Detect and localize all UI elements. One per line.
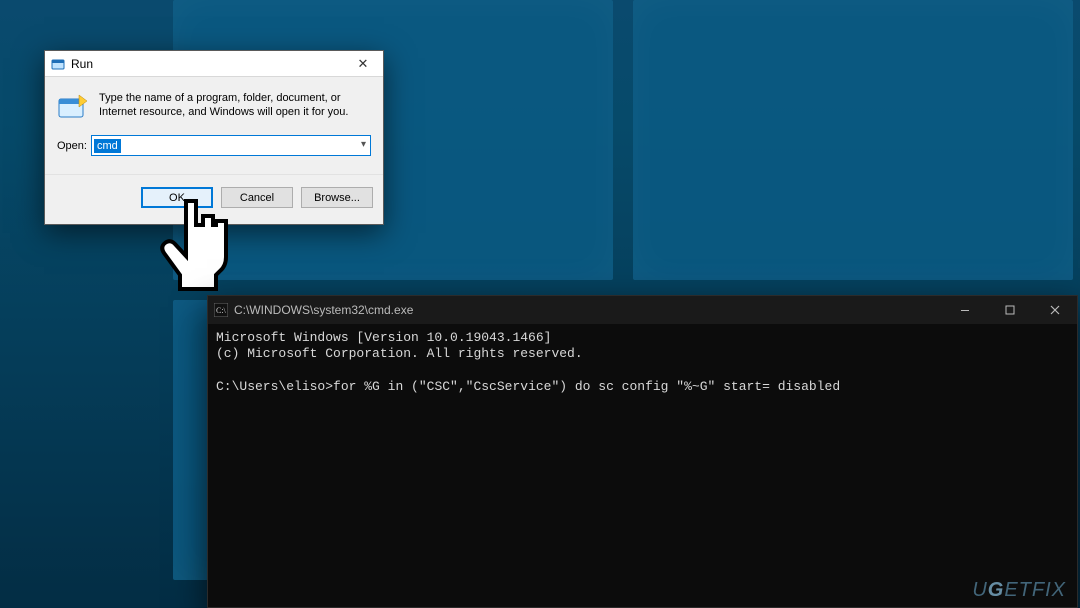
open-value: cmd xyxy=(94,139,121,153)
chevron-down-icon[interactable]: ▾ xyxy=(361,139,366,150)
cmd-prompt: C:\Users\eliso> xyxy=(216,379,333,394)
cmd-command: for %G in ("CSC","CscService") do sc con… xyxy=(333,379,840,394)
cmd-line: Microsoft Windows [Version 10.0.19043.14… xyxy=(216,330,551,345)
bg-pane xyxy=(633,0,1073,280)
watermark: UGETFIX xyxy=(972,579,1066,602)
run-titlebar[interactable]: Run ✕ xyxy=(45,51,383,77)
cancel-button[interactable]: Cancel xyxy=(221,187,293,208)
minimize-button[interactable] xyxy=(942,296,987,324)
open-combobox[interactable]: cmd ▾ xyxy=(91,135,371,156)
cmd-titlebar[interactable]: C:\ C:\WINDOWS\system32\cmd.exe xyxy=(208,296,1077,324)
run-app-icon xyxy=(51,57,65,71)
maximize-button[interactable] xyxy=(987,296,1032,324)
close-button[interactable] xyxy=(1032,296,1077,324)
cmd-window: C:\ C:\WINDOWS\system32\cmd.exe Microsof… xyxy=(207,295,1078,608)
cmd-line: (c) Microsoft Corporation. All rights re… xyxy=(216,346,583,361)
watermark-text: U xyxy=(972,579,987,601)
run-large-icon xyxy=(57,93,89,121)
run-close-button[interactable]: ✕ xyxy=(343,51,383,77)
run-title: Run xyxy=(71,57,343,71)
open-label: Open: xyxy=(57,140,91,152)
cmd-output[interactable]: Microsoft Windows [Version 10.0.19043.14… xyxy=(208,324,1077,401)
cursor-hand-icon xyxy=(156,196,231,291)
watermark-text: ETFIX xyxy=(1004,579,1066,601)
browse-button[interactable]: Browse... xyxy=(301,187,373,208)
cmd-title: C:\WINDOWS\system32\cmd.exe xyxy=(234,303,942,317)
cmd-app-icon: C:\ xyxy=(214,303,228,317)
svg-text:C:\: C:\ xyxy=(216,306,227,315)
run-description: Type the name of a program, folder, docu… xyxy=(99,91,359,121)
watermark-text: G xyxy=(988,579,1005,601)
